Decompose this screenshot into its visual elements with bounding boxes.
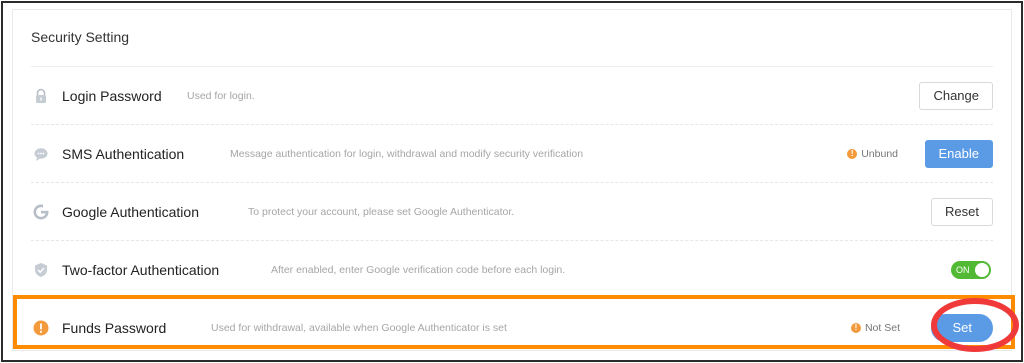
warning-dot-icon: ! <box>847 148 858 159</box>
row-google-authentication: Google Authentication To protect your ac… <box>31 183 993 241</box>
row-funds-password: Funds Password Used for withdrawal, avai… <box>31 299 993 357</box>
row-description: After enabled, enter Google verification… <box>271 263 566 276</box>
reset-google-auth-button[interactable]: Reset <box>931 197 993 226</box>
chat-bubble-icon <box>33 146 49 162</box>
row-title: Google Authentication <box>62 203 199 220</box>
status-badge: ! Not Set <box>850 322 900 334</box>
toggle-knob <box>975 262 989 277</box>
alert-circle-icon <box>33 320 49 336</box>
two-factor-toggle[interactable]: ON <box>951 260 991 279</box>
change-password-button[interactable]: Change <box>919 81 993 110</box>
shield-check-icon <box>33 262 49 278</box>
status-badge: ! Unbund <box>847 148 898 160</box>
set-funds-password-button[interactable]: Set <box>931 314 993 342</box>
row-description: Used for login. <box>187 89 255 102</box>
row-title: SMS Authentication <box>62 145 185 162</box>
security-setting-panel: Security Setting Login Password Used for… <box>12 9 1012 351</box>
row-two-factor-authentication: Two-factor Authentication After enabled,… <box>31 241 993 299</box>
window-frame: Security Setting Login Password Used for… <box>1 1 1023 362</box>
lock-icon <box>33 88 49 104</box>
panel-title: Security Setting <box>31 29 130 45</box>
row-title: Login Password <box>62 87 162 104</box>
row-description: Used for withdrawal, available when Goog… <box>211 322 507 334</box>
row-description: To protect your account, please set Goog… <box>248 205 515 218</box>
row-description: Message authentication for login, withdr… <box>230 147 584 160</box>
row-sms-authentication: SMS Authentication Message authenticatio… <box>31 125 993 183</box>
row-title: Funds Password <box>62 320 167 336</box>
row-login-password: Login Password Used for login. Change <box>31 67 993 125</box>
google-icon <box>33 204 49 220</box>
row-title: Two-factor Authentication <box>62 261 220 278</box>
status-text: Unbund <box>861 147 898 160</box>
enable-sms-button[interactable]: Enable <box>924 139 993 168</box>
warning-dot-icon: ! <box>850 323 861 333</box>
toggle-label: ON <box>956 264 970 275</box>
status-text: Not Set <box>864 322 900 334</box>
